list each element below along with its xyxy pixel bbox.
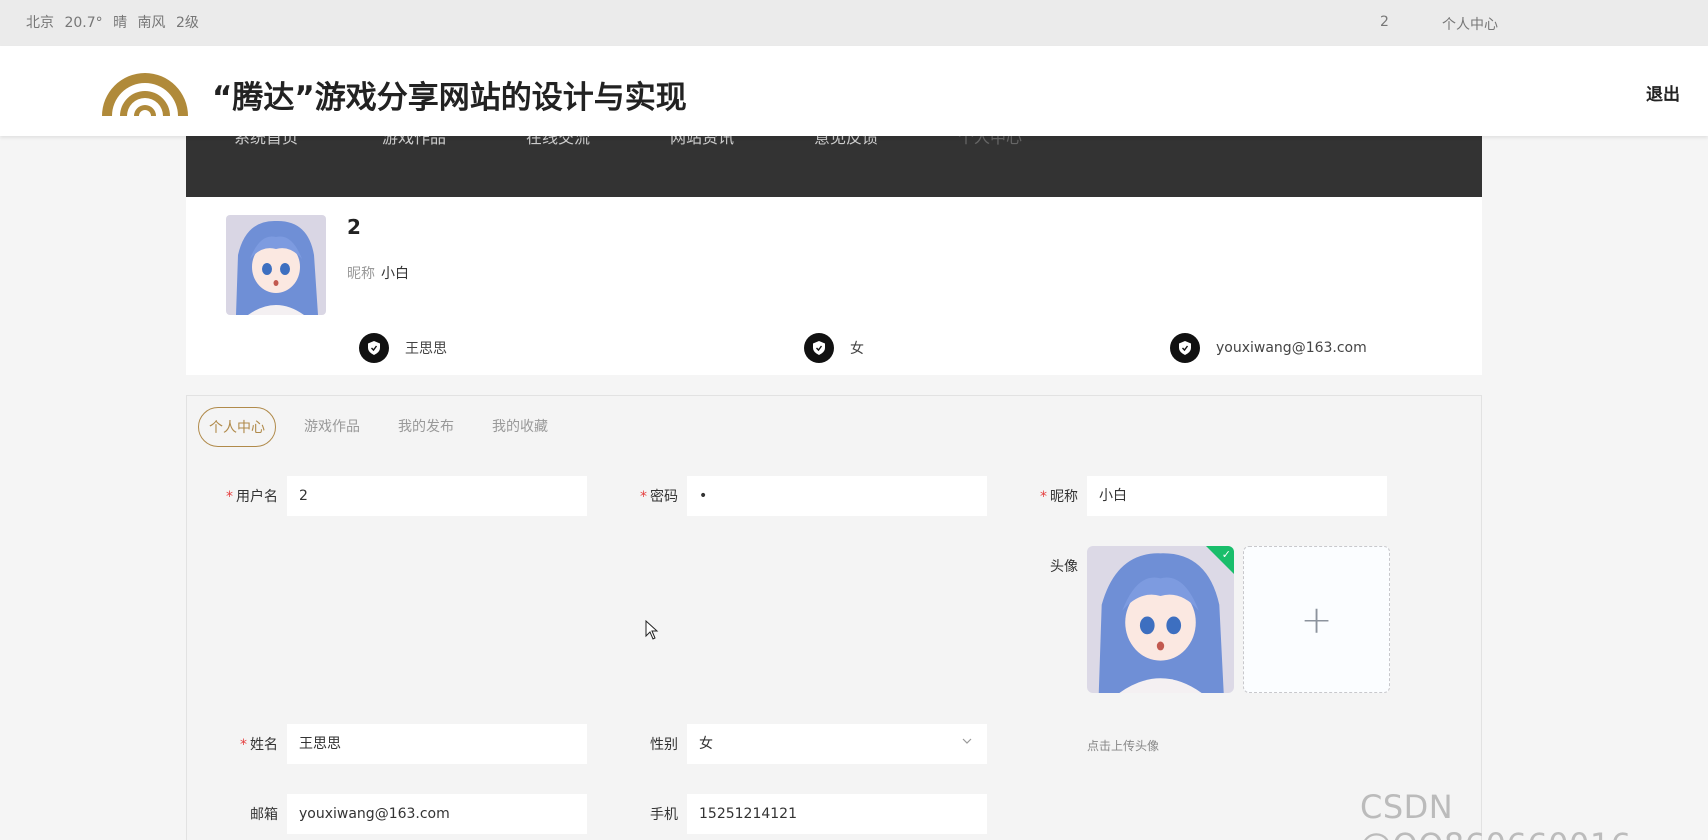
site-title: “腾达”游戏分享网站的设计与实现 xyxy=(212,80,687,116)
avatar-label: 头像 xyxy=(1050,559,1078,575)
tab-game-works[interactable]: 游戏作品 xyxy=(294,407,370,447)
password-input[interactable]: • xyxy=(687,476,987,516)
tab-my-posts[interactable]: 我的发布 xyxy=(388,407,464,447)
weather-level: 2级 xyxy=(175,15,199,31)
profile-email: youxiwang@163.com xyxy=(1216,340,1367,356)
phone-label: 手机 xyxy=(650,807,678,823)
site-logo[interactable] xyxy=(100,64,190,120)
csdn-watermark: CSDN @QQ860660016 xyxy=(1360,788,1631,840)
name-label: * 姓名 xyxy=(240,737,278,753)
logout-button[interactable]: 退出 xyxy=(1646,80,1680,105)
plus-icon: + xyxy=(1300,597,1333,642)
tab-bar: 个人中心 游戏作品 我的发布 我的收藏 xyxy=(198,407,576,447)
avatar-upload-hint: 点击上传头像 xyxy=(1087,739,1160,753)
phone-input[interactable]: 15251214121 xyxy=(687,794,987,834)
email-input[interactable]: youxiwang@163.com xyxy=(287,794,587,834)
weather-widget: 北京 20.7° 晴 南风 2级 xyxy=(26,12,205,32)
tab-my-favorites[interactable]: 我的收藏 xyxy=(482,407,558,447)
weather-temp: 20.7° xyxy=(64,15,103,31)
profile-gender-item: 女 xyxy=(804,333,864,363)
top-info-bar: 北京 20.7° 晴 南风 2级 2 个人中心 xyxy=(0,0,1708,46)
check-icon: ✓ xyxy=(1221,548,1231,561)
site-header: “腾达”游戏分享网站的设计与实现 退出 xyxy=(0,46,1708,136)
profile-nickname-label: 昵称 xyxy=(347,266,375,282)
tab-personal-center[interactable]: 个人中心 xyxy=(198,407,276,447)
password-label: * 密码 xyxy=(640,489,678,505)
profile-name: 王思思 xyxy=(405,341,447,357)
profile-username: 2 xyxy=(347,215,361,239)
avatar-upload-preview[interactable]: ✓ xyxy=(1087,546,1234,693)
nickname-input[interactable]: 小白 xyxy=(1087,476,1387,516)
weather-city: 北京 xyxy=(26,15,54,31)
username-input[interactable]: 2 xyxy=(287,476,587,516)
avatar xyxy=(226,215,326,315)
shield-icon xyxy=(1170,333,1200,363)
name-input[interactable]: 王思思 xyxy=(287,724,587,764)
shield-icon xyxy=(804,333,834,363)
topbar-personal-center-link[interactable]: 个人中心 xyxy=(1442,14,1498,34)
profile-gender: 女 xyxy=(850,341,864,357)
avatar-upload-button[interactable]: + xyxy=(1243,546,1390,693)
shield-icon xyxy=(359,333,389,363)
anime-avatar-image xyxy=(226,215,326,315)
profile-name-item: 王思思 xyxy=(359,333,447,363)
weather-wind: 南风 xyxy=(137,15,166,31)
profile-nickname: 小白 xyxy=(381,266,409,282)
profile-email-item: youxiwang@163.com xyxy=(1170,333,1367,363)
username-label: * 用户名 xyxy=(226,489,278,505)
nickname-label: * 昵称 xyxy=(1040,489,1078,505)
mouse-cursor-icon xyxy=(645,620,659,640)
profile-card: 2 昵称 小白 王思思 女 youxiwang@163.com xyxy=(186,197,1482,375)
topbar-username[interactable]: 2 xyxy=(1380,14,1389,30)
rainbow-logo-icon xyxy=(102,73,188,116)
email-label: 邮箱 xyxy=(250,807,278,823)
gender-select[interactable]: 女 xyxy=(687,724,987,764)
weather-condition: 晴 xyxy=(113,15,128,31)
chevron-down-icon[interactable] xyxy=(962,736,972,746)
gender-label: 性别 xyxy=(650,737,678,753)
